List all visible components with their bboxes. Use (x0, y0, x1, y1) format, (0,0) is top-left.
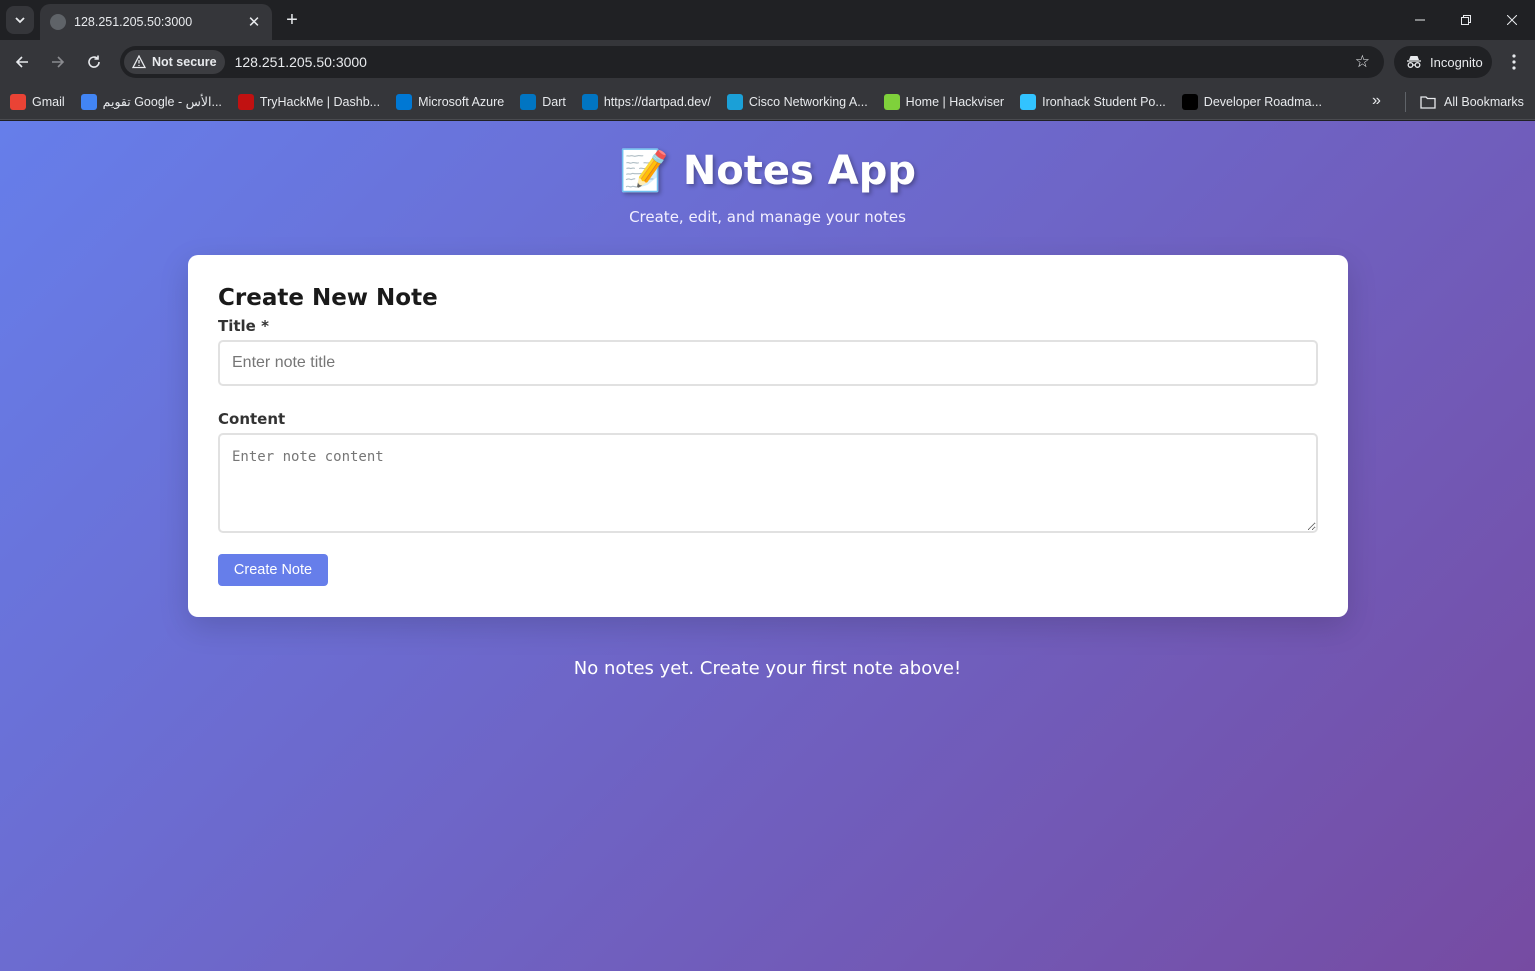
bookmarks-bar: Gmail تقويم Google - الأس... TryHackMe | D… (0, 84, 1535, 120)
bookmark-item[interactable]: Microsoft Azure (396, 93, 505, 110)
app-subtitle: Create, edit, and manage your notes (629, 208, 906, 226)
bookmark-label: Developer Roadma... (1203, 94, 1322, 109)
title-input[interactable] (218, 340, 1318, 386)
tab-search-button[interactable] (6, 6, 34, 34)
security-label: Not secure (152, 55, 217, 69)
url-text: 128.251.205.50:3000 (234, 54, 367, 70)
bookmark-label: Microsoft Azure (418, 94, 505, 109)
bookmark-label: تقويم Google - الأس... (102, 95, 222, 109)
security-chip[interactable]: Not secure (124, 50, 225, 74)
hackviser-icon (883, 93, 900, 110)
app-title: 📝 Notes App (619, 147, 916, 195)
browser-toolbar: Not secure 128.251.205.50:3000 ☆ Incogni… (0, 40, 1535, 84)
bookmark-item[interactable]: Home | Hackviser (883, 93, 1005, 110)
bookmark-item[interactable]: Ironhack Student Po... (1020, 93, 1166, 110)
azure-icon (396, 93, 413, 110)
chevron-down-icon (15, 17, 25, 24)
browser-tab[interactable]: 128.251.205.50:3000 ✕ (40, 4, 272, 40)
minimize-icon (1415, 19, 1425, 21)
create-note-button[interactable]: Create Note (218, 554, 328, 586)
incognito-chip[interactable]: Incognito (1394, 46, 1492, 78)
address-bar[interactable]: Not secure 128.251.205.50:3000 ☆ (120, 46, 1384, 78)
tryhackme-icon (237, 93, 254, 110)
memo-icon: 📝 (619, 148, 669, 194)
roadmap-icon (1181, 93, 1198, 110)
bookmark-label: Home | Hackviser (905, 94, 1005, 109)
forward-button[interactable] (44, 48, 72, 76)
close-icon (1507, 15, 1517, 25)
close-window-button[interactable] (1489, 0, 1535, 40)
tab-strip: 128.251.205.50:3000 ✕ + (0, 0, 1535, 40)
bookmarks-divider (1405, 92, 1406, 112)
bookmark-item[interactable]: TryHackMe | Dashb... (237, 93, 381, 110)
bookmark-label: Gmail (32, 94, 65, 109)
title-label: Title * (218, 317, 269, 335)
back-button[interactable] (8, 48, 36, 76)
form-heading: Create New Note (218, 285, 438, 311)
more-vert-icon (1512, 54, 1516, 70)
empty-notes-message: No notes yet. Create your first note abo… (573, 658, 962, 679)
browser-menu-button[interactable] (1502, 48, 1526, 76)
warning-icon (132, 55, 146, 69)
bookmark-item[interactable]: تقويم Google - الأس... (80, 93, 222, 110)
minimize-button[interactable] (1397, 0, 1443, 40)
dart-icon (520, 93, 537, 110)
cisco-icon (726, 93, 743, 110)
close-icon[interactable]: ✕ (246, 14, 262, 31)
dartpad-icon (581, 93, 598, 110)
bookmark-label: Dart (542, 94, 566, 109)
reload-icon (88, 55, 100, 68)
restore-icon (1461, 15, 1471, 25)
bookmark-label: Cisco Networking A... (748, 94, 868, 109)
all-bookmarks-button[interactable]: All Bookmarks (1420, 84, 1524, 120)
globe-icon (50, 14, 66, 30)
profile-label: Incognito (1430, 54, 1483, 70)
bookmark-item[interactable]: https://dartpad.dev/ (581, 93, 711, 110)
app-title-text: Notes App (682, 147, 916, 194)
gmail-icon (10, 93, 26, 110)
reload-button[interactable] (80, 48, 108, 76)
window-controls (1397, 0, 1535, 40)
back-arrow-icon (15, 56, 28, 68)
calendar-icon (80, 93, 97, 110)
bookmark-item[interactable]: Developer Roadma... (1181, 93, 1322, 110)
content-label: Content (218, 410, 286, 428)
create-note-card: Create New Note Title * Content Create N… (188, 255, 1348, 617)
tab-title: 128.251.205.50:3000 (74, 15, 193, 29)
bookmark-item[interactable]: Gmail (10, 93, 65, 110)
app-header: 📝 Notes App Create, edit, and manage you… (0, 147, 1535, 227)
forward-arrow-icon (52, 56, 65, 68)
bookmark-label: https://dartpad.dev/ (603, 94, 711, 109)
bookmark-label: Ironhack Student Po... (1042, 94, 1166, 109)
bookmark-label: TryHackMe | Dashb... (259, 94, 381, 109)
app-page: 📝 Notes App Create, edit, and manage you… (0, 121, 1535, 971)
bookmark-item[interactable]: Cisco Networking A... (726, 93, 868, 110)
incognito-icon (1407, 56, 1421, 68)
all-bookmarks-label: All Bookmarks (1444, 95, 1524, 109)
new-tab-button[interactable]: + (280, 8, 304, 32)
content-textarea[interactable] (218, 433, 1318, 533)
ironhack-icon (1020, 93, 1037, 110)
folder-icon (1420, 96, 1436, 109)
bookmark-item[interactable]: Dart (520, 93, 566, 110)
bookmark-star-icon[interactable]: ☆ (1355, 52, 1370, 72)
chevron-double-right-icon[interactable]: » (1372, 92, 1381, 110)
restore-button[interactable] (1443, 0, 1489, 40)
